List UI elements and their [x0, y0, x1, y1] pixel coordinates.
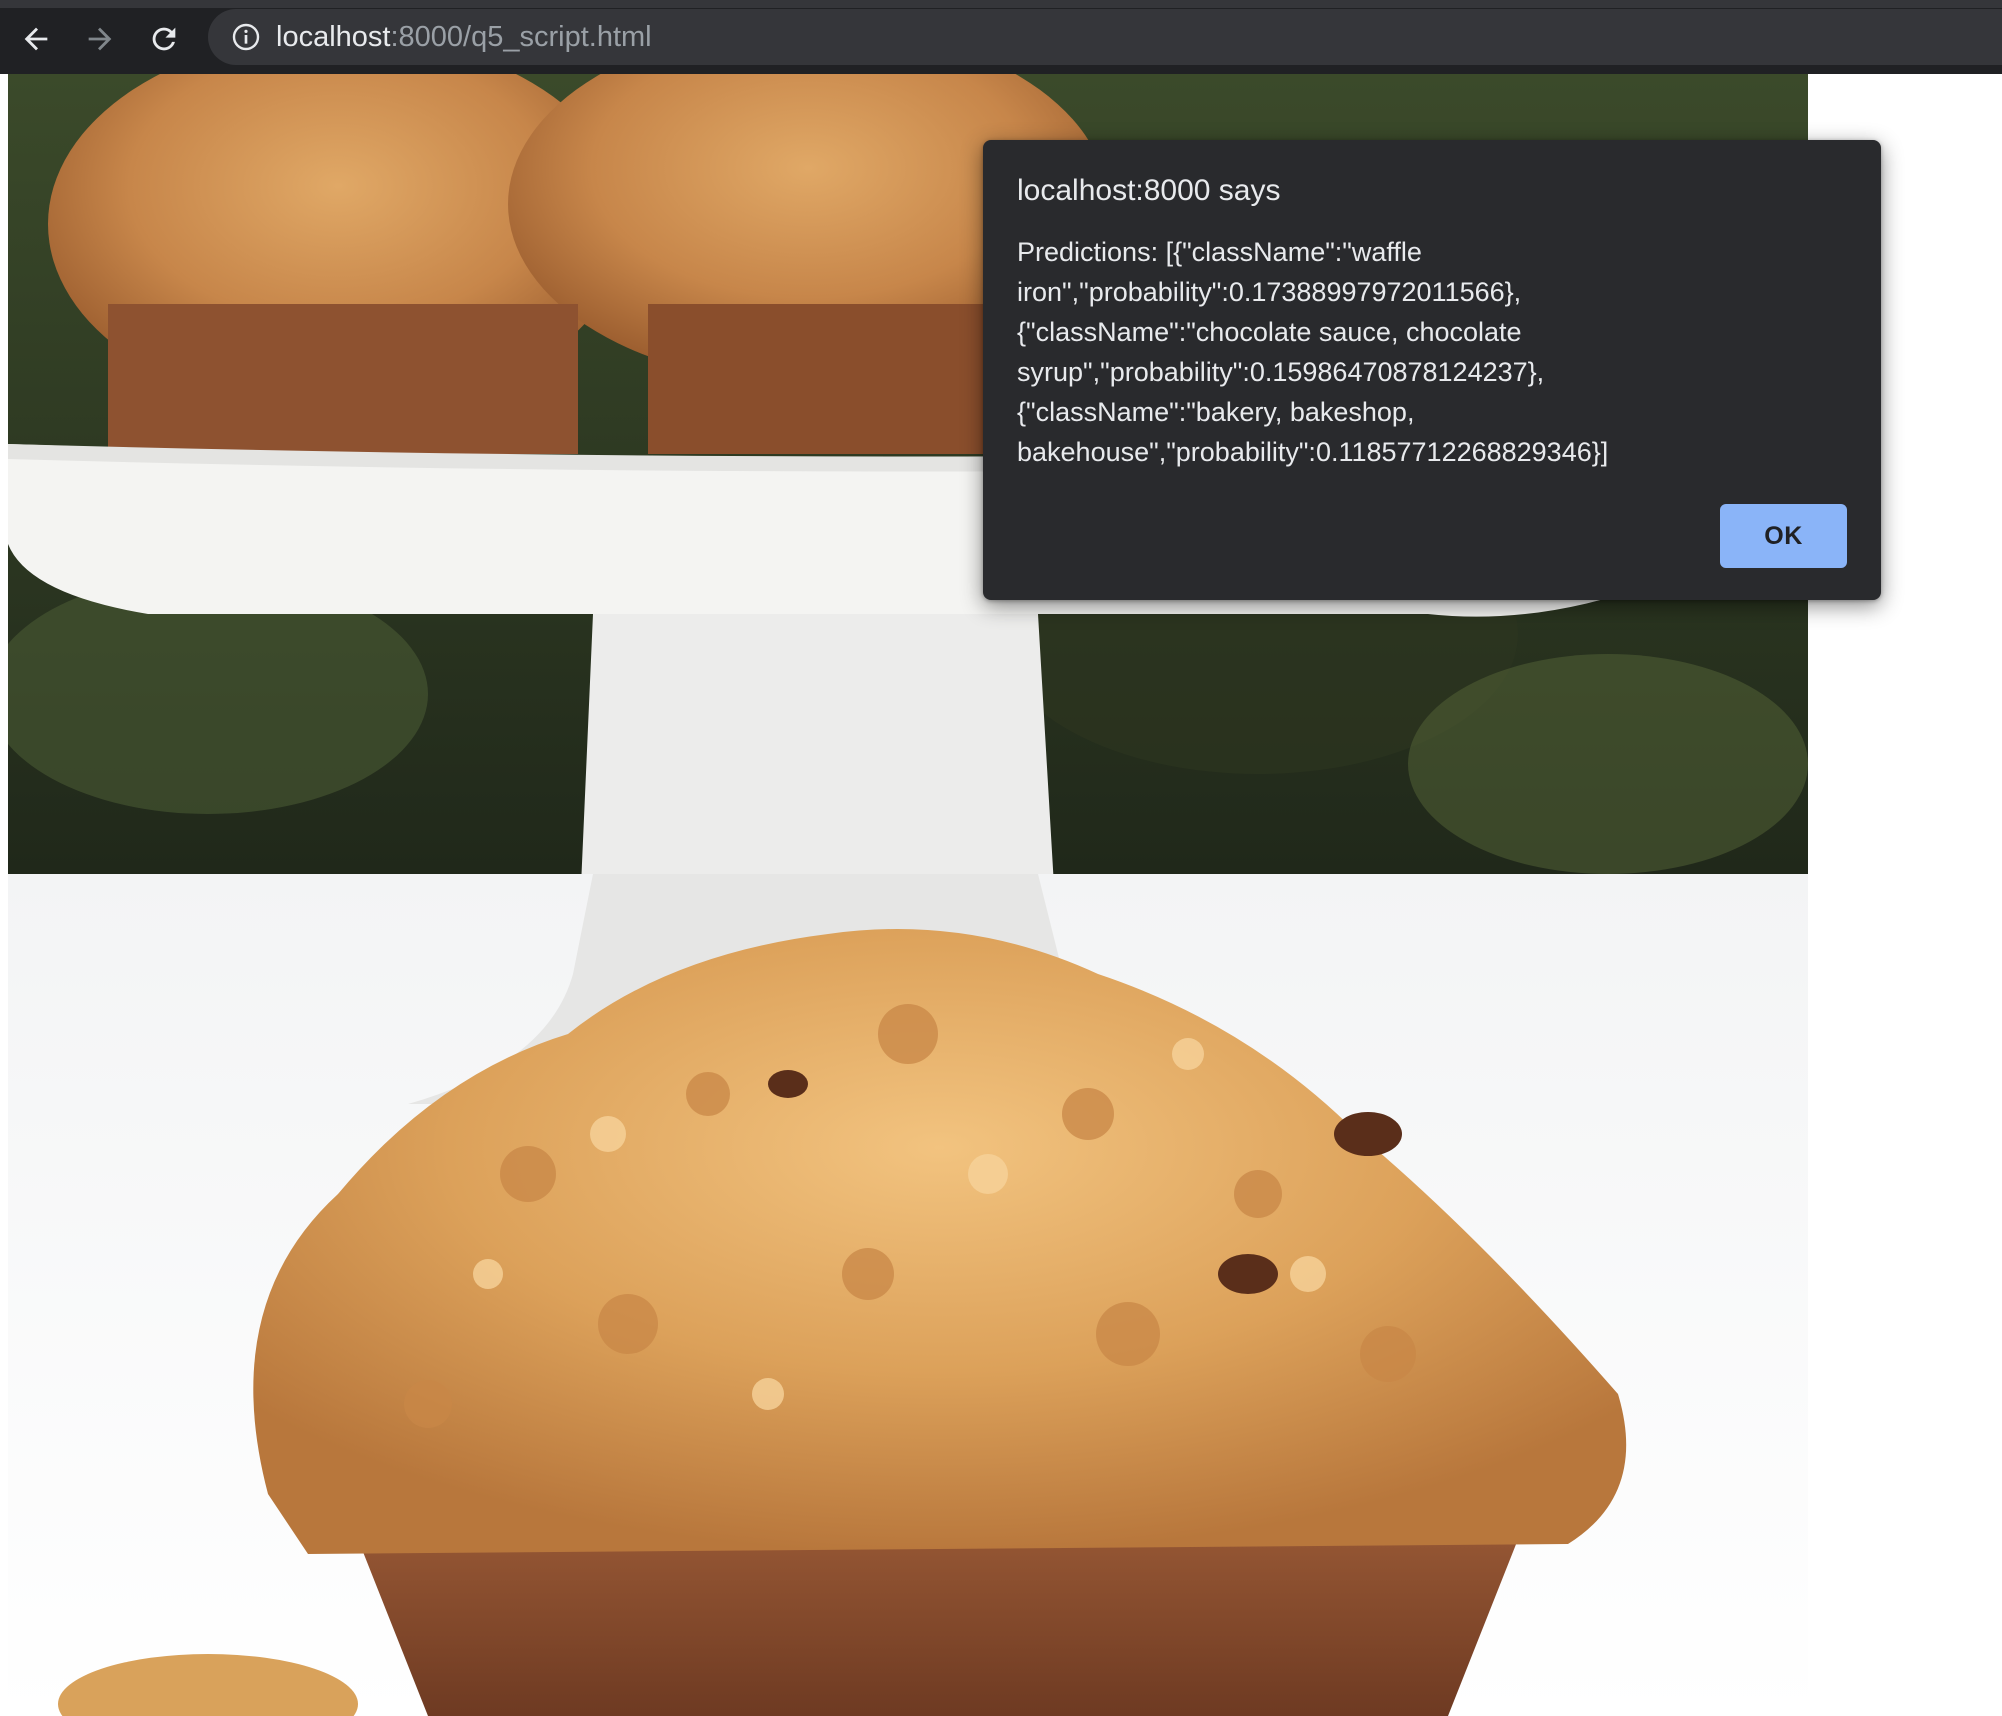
ok-button[interactable]: OK	[1720, 504, 1847, 568]
dialog-message-line: {"className":"chocolate sauce, chocolate	[1017, 317, 1522, 347]
arrow-left-icon	[24, 27, 48, 51]
reload-button[interactable]	[139, 14, 189, 64]
url-text[interactable]: localhost:8000/q5_script.html	[276, 21, 652, 53]
dialog-message-line: iron","probability":0.17388997972011566}…	[1017, 277, 1522, 307]
dialog-message-line: {"className":"bakery, bakeshop,	[1017, 397, 1415, 427]
dialog-title: localhost:8000 says	[1017, 174, 1281, 207]
back-button[interactable]	[11, 14, 61, 64]
dialog-message-line: syrup","probability":0.15986470878124237…	[1017, 357, 1545, 387]
dialog-message-line: Predictions: [{"className":"waffle	[1017, 237, 1422, 267]
forward-button[interactable]	[75, 14, 125, 64]
address-bar[interactable]: localhost:8000/q5_script.html	[208, 9, 2002, 65]
arrow-right-icon	[88, 27, 112, 51]
browser-toolbar: localhost:8000/q5_script.html	[0, 0, 2002, 74]
dialog-message-line: bakehouse","probability":0.1185771226882…	[1017, 437, 1609, 467]
alert-dialog: localhost:8000 says Predictions: [{"clas…	[983, 140, 1881, 600]
reload-icon	[152, 27, 176, 51]
tab-strip-edge	[0, 0, 2002, 8]
dialog-message: Predictions: [{"className":"waffle iron"…	[1017, 232, 1857, 472]
url-path: :8000/q5_script.html	[390, 21, 652, 53]
url-host: localhost	[276, 21, 391, 53]
page-viewport: localhost:8000 says Predictions: [{"clas…	[0, 74, 2002, 1716]
info-icon[interactable]	[230, 21, 262, 53]
